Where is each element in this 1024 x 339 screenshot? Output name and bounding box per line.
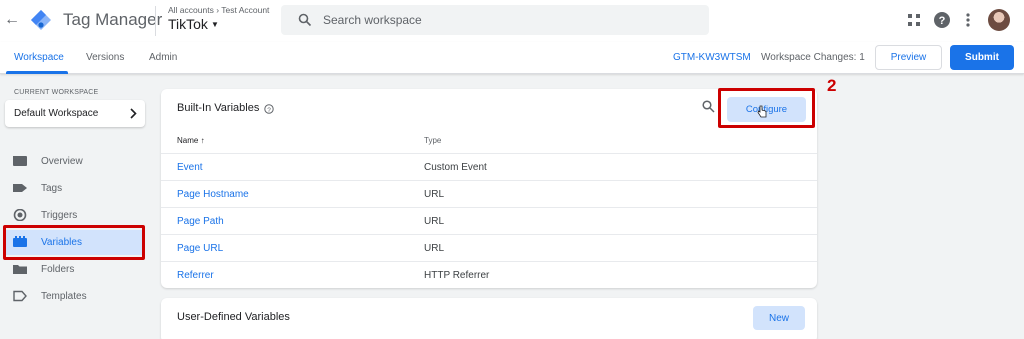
workspace-changes: Workspace Changes: 1 <box>761 52 865 63</box>
column-header-name[interactable]: Name ↑ <box>177 136 205 145</box>
table-row: Page Hostname URL <box>161 180 817 207</box>
column-header-label: Name <box>177 136 199 145</box>
highlight-box-variables <box>3 225 145 260</box>
search-icon[interactable] <box>702 100 715 113</box>
variable-name-link[interactable]: Page URL <box>177 243 223 254</box>
column-header-type: Type <box>424 136 442 145</box>
new-variable-button[interactable]: New <box>753 306 805 330</box>
variable-name-link[interactable]: Page Path <box>177 216 224 227</box>
sidebar-item-label: Tags <box>41 183 63 194</box>
apps-grid-icon[interactable] <box>905 11 923 29</box>
divider <box>155 6 156 36</box>
table-row: Page Path URL <box>161 207 817 234</box>
tag-icon <box>13 184 27 192</box>
container-selector[interactable]: TikTok ▼ <box>168 16 219 32</box>
sidebar-item-overview[interactable]: Overview <box>5 149 145 174</box>
table-row: Page URL URL <box>161 234 817 261</box>
caret-down-icon: ▼ <box>210 20 219 29</box>
builtin-variables-title: Built-In Variables <box>177 102 260 114</box>
workspace-nav-bar: Workspace Versions Admin GTM-KW3WTSM Wor… <box>0 42 1024 74</box>
sidebar-item-label: Folders <box>41 264 75 275</box>
workspace-name: Default Workspace <box>14 108 99 119</box>
chevron-right-icon <box>130 108 137 119</box>
preview-button[interactable]: Preview <box>875 45 942 70</box>
table-row: Referrer HTTP Referrer <box>161 261 817 288</box>
user-defined-variables-title: User-Defined Variables <box>177 311 290 323</box>
variable-name-link[interactable]: Referrer <box>177 270 214 281</box>
search-bar[interactable] <box>281 5 709 35</box>
gtm-logo-icon <box>31 10 51 30</box>
sort-arrow-up-icon: ↑ <box>200 136 205 145</box>
back-arrow-icon[interactable]: ← <box>2 10 22 30</box>
template-icon <box>13 290 27 302</box>
workspace-selector[interactable]: Default Workspace <box>5 100 145 127</box>
search-icon <box>298 13 312 27</box>
sidebar-item-folders[interactable]: Folders <box>5 257 145 282</box>
help-icon[interactable]: ? <box>933 11 951 29</box>
top-app-bar: ← Tag Manager All accounts › Test Accoun… <box>0 0 1024 42</box>
svg-text:?: ? <box>939 15 946 27</box>
more-vert-icon[interactable] <box>959 11 977 29</box>
trigger-icon <box>13 209 27 221</box>
variable-type: URL <box>424 216 445 227</box>
table-row: Event Custom Event <box>161 153 817 180</box>
account-breadcrumb[interactable]: All accounts › Test Account <box>168 5 269 15</box>
help-outline-icon[interactable]: ? <box>264 104 274 114</box>
tab-admin[interactable]: Admin <box>149 52 177 63</box>
submit-button[interactable]: Submit <box>950 45 1014 70</box>
sidebar-item-label: Templates <box>41 291 87 302</box>
overview-icon <box>13 156 27 166</box>
tab-versions[interactable]: Versions <box>86 52 124 63</box>
search-input[interactable] <box>323 5 693 35</box>
sidebar-item-label: Triggers <box>41 210 78 221</box>
variable-type: HTTP Referrer <box>424 270 490 281</box>
app-title: Tag Manager <box>63 10 163 29</box>
container-id-link[interactable]: GTM-KW3WTSM <box>673 52 751 63</box>
container-name: TikTok <box>168 16 208 32</box>
tab-workspace[interactable]: Workspace <box>14 52 64 63</box>
current-workspace-label: CURRENT WORKSPACE <box>14 89 99 96</box>
variable-type: URL <box>424 189 445 200</box>
highlight-box-configure <box>718 88 815 128</box>
user-defined-variables-card: User-Defined Variables New <box>161 298 817 339</box>
sidebar-item-label: Overview <box>41 156 83 167</box>
variable-name-link[interactable]: Event <box>177 162 203 173</box>
variable-type: URL <box>424 243 445 254</box>
sidebar-item-tags[interactable]: Tags <box>5 176 145 201</box>
svg-text:?: ? <box>267 107 271 114</box>
active-tab-indicator <box>6 71 68 74</box>
sidebar-item-templates[interactable]: Templates <box>5 284 145 309</box>
variable-type: Custom Event <box>424 162 487 173</box>
folder-icon <box>13 265 27 274</box>
variable-name-link[interactable]: Page Hostname <box>177 189 249 200</box>
annotation-number-2: 2 <box>827 76 837 95</box>
avatar[interactable] <box>988 9 1010 31</box>
